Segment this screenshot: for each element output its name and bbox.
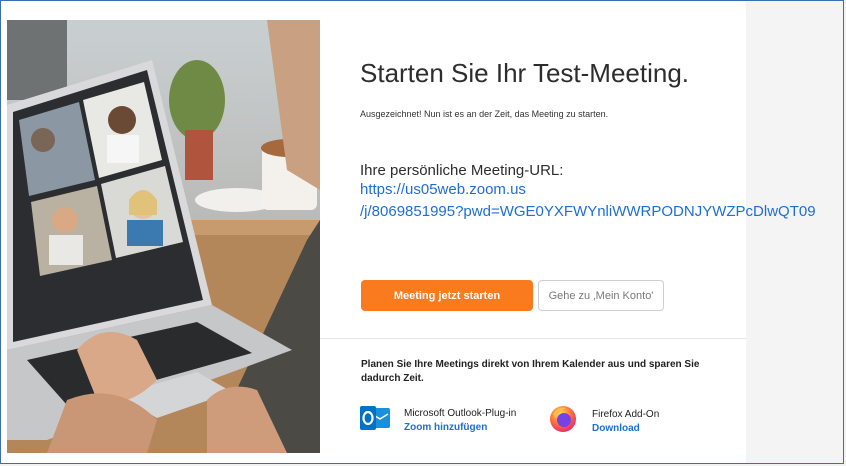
window-frame (0, 0, 844, 464)
